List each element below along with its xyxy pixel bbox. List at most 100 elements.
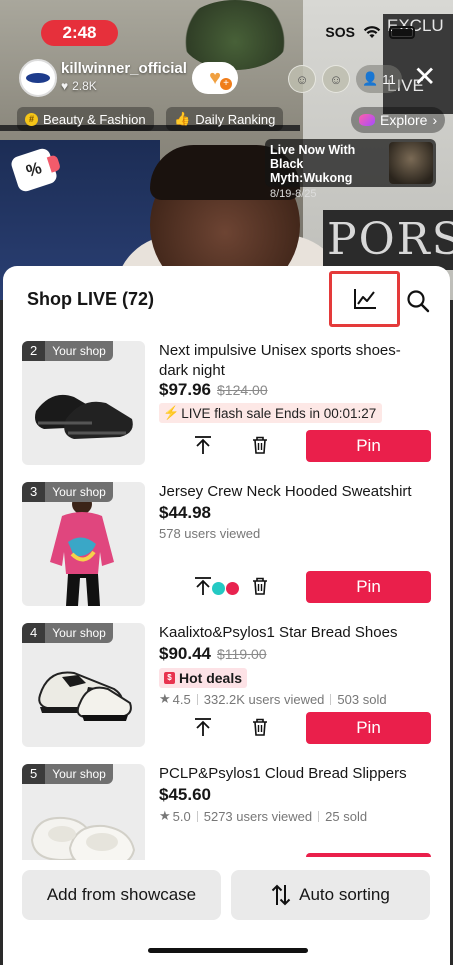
- likes-count: 2.8K: [72, 79, 97, 93]
- wifi-icon: [363, 26, 381, 38]
- rank-number: 4: [22, 623, 46, 643]
- views-count: 578 users viewed: [159, 526, 261, 541]
- views-count: 332.2K users viewed: [203, 691, 325, 707]
- analytics-button[interactable]: [329, 271, 400, 327]
- sort-arrows-icon: [271, 884, 291, 906]
- product-meta: ★ 4.5 332.2K users viewed 503 sold: [159, 691, 387, 707]
- product-meta: 578 users viewed: [159, 526, 260, 541]
- rank-badge: 2 Your shop: [22, 341, 113, 361]
- cursor-dot-red-icon: [226, 582, 239, 595]
- chip-label: Daily Ranking: [195, 111, 276, 127]
- thumbs-up-icon: 👍: [174, 111, 191, 126]
- plus-icon: +: [220, 78, 232, 90]
- pin-button-partial[interactable]: [306, 853, 431, 857]
- star-icon: ★: [159, 691, 171, 706]
- sold-count: 503 sold: [337, 691, 387, 707]
- shop-live-sheet: Shop LIVE (72) 2 Your shop Next impulsiv…: [3, 266, 450, 965]
- viewer-count[interactable]: 👤 11: [356, 65, 402, 93]
- rank-number: 3: [22, 482, 46, 502]
- product-name[interactable]: PCLP&Psylos1 Cloud Bread Slippers: [159, 764, 429, 784]
- host-avatar[interactable]: [19, 59, 57, 97]
- rank-number: 2: [22, 341, 46, 361]
- old-price: $124.00: [217, 382, 268, 398]
- product-thumbnail[interactable]: 4 Your shop: [22, 623, 145, 747]
- flash-sale-badge: ⚡ LIVE flash sale Ends in 00:01:27: [159, 403, 383, 423]
- status-time: 2:48: [41, 20, 118, 46]
- search-button[interactable]: [405, 288, 431, 314]
- rating: 5.0: [172, 808, 191, 824]
- viewer-count-value: 11: [382, 71, 396, 87]
- viewer-avatar[interactable]: ☺: [288, 65, 316, 93]
- background-plant: [180, 0, 290, 70]
- product-item[interactable]: 2 Your shop Next impulsive Unisex sports…: [3, 341, 450, 471]
- old-price: $119.00: [217, 646, 267, 662]
- chevron-right-icon: ›: [432, 112, 438, 128]
- star-icon: ★: [159, 808, 171, 823]
- cursor-dot-cyan-icon: [212, 582, 225, 595]
- heart-icon: ♥: [61, 79, 69, 93]
- views-count: 5273 users viewed: [203, 808, 313, 824]
- rank-badge: 3 Your shop: [22, 482, 113, 502]
- move-to-top-button[interactable]: [191, 433, 215, 457]
- hot-deals-badge: $ Hot deals: [159, 668, 248, 688]
- auto-sorting-button[interactable]: Auto sorting: [231, 870, 430, 920]
- pin-button[interactable]: Pin: [306, 712, 431, 744]
- add-from-showcase-button[interactable]: Add from showcase: [22, 870, 221, 920]
- separator: [196, 810, 198, 822]
- delete-button[interactable]: [248, 574, 272, 598]
- separator: [196, 693, 198, 705]
- battery-icon: [389, 25, 415, 39]
- hot-deals-text: Hot deals: [179, 670, 243, 686]
- product-meta: ★ 5.0 5273 users viewed 25 sold: [159, 808, 367, 824]
- sheet-footer: Add from showcase Auto sorting: [3, 860, 450, 965]
- search-icon: [407, 290, 430, 313]
- chip-beauty-fashion[interactable]: # Beauty & Fashion: [17, 107, 154, 131]
- sos-label: SOS: [325, 24, 355, 40]
- price-row: $97.96 $124.00: [159, 380, 268, 400]
- chip-label: Beauty & Fashion: [43, 111, 146, 127]
- product-thumbnail[interactable]: 3 Your shop: [22, 482, 145, 606]
- product-name[interactable]: Jersey Crew Neck Hooded Sweatshirt: [159, 482, 429, 502]
- brand-logo: [26, 73, 50, 83]
- product-item[interactable]: 4 Your shop Kaalixto&Psylos1 Star Bread …: [3, 623, 450, 753]
- shop-label: Your shop: [45, 482, 113, 502]
- host-likes: ♥ 2.8K: [61, 79, 97, 93]
- arrow-to-top-icon: [195, 718, 211, 736]
- arrow-to-top-icon: [195, 436, 211, 454]
- chip-daily-ranking[interactable]: 👍 Daily Ranking: [166, 107, 284, 131]
- trash-icon: [253, 577, 267, 595]
- viewer-avatar[interactable]: ☺: [322, 65, 350, 93]
- explore-label: Explore: [380, 112, 428, 128]
- explore-button[interactable]: Explore ›: [351, 107, 446, 133]
- host-name[interactable]: killwinner_official: [61, 60, 187, 77]
- price: $97.96: [159, 380, 211, 399]
- gem-icon: [359, 114, 375, 126]
- product-thumbnail[interactable]: 2 Your shop: [22, 341, 145, 465]
- pin-button[interactable]: Pin: [306, 571, 431, 603]
- separator: [330, 693, 332, 705]
- person-icon: 👤: [362, 71, 379, 86]
- home-indicator: [148, 948, 308, 953]
- chart-line-icon: [353, 289, 376, 309]
- product-name[interactable]: Next impulsive Unisex sports shoes-dark …: [159, 341, 429, 381]
- promo-card[interactable]: Live Now With Black Myth:Wukong 8/19-8/2…: [265, 139, 436, 200]
- promo-dates: 8/19-8/25: [270, 188, 317, 200]
- price: $90.44: [159, 644, 211, 663]
- sold-count: 25 sold: [325, 808, 368, 824]
- delete-button[interactable]: [248, 433, 272, 457]
- shopping-bag-icon: $: [164, 672, 175, 684]
- auto-sorting-label: Auto sorting: [299, 885, 390, 904]
- follow-button[interactable]: ♥ +: [192, 62, 238, 94]
- close-icon[interactable]: ✕: [413, 62, 436, 92]
- price-row: $90.44 $119.00: [159, 644, 267, 664]
- product-item[interactable]: 3 Your shop Jersey Crew Neck Hooded Swea…: [3, 482, 450, 612]
- pin-button[interactable]: Pin: [306, 430, 431, 462]
- price-row: $45.60: [159, 785, 211, 805]
- move-to-top-button[interactable]: [191, 715, 215, 739]
- hashtag-icon: #: [25, 112, 38, 126]
- delete-button[interactable]: [248, 715, 272, 739]
- price: $45.60: [159, 785, 211, 804]
- trash-icon: [253, 436, 267, 454]
- product-name[interactable]: Kaalixto&Psylos1 Star Bread Shoes: [159, 623, 429, 643]
- shop-label: Your shop: [45, 341, 113, 361]
